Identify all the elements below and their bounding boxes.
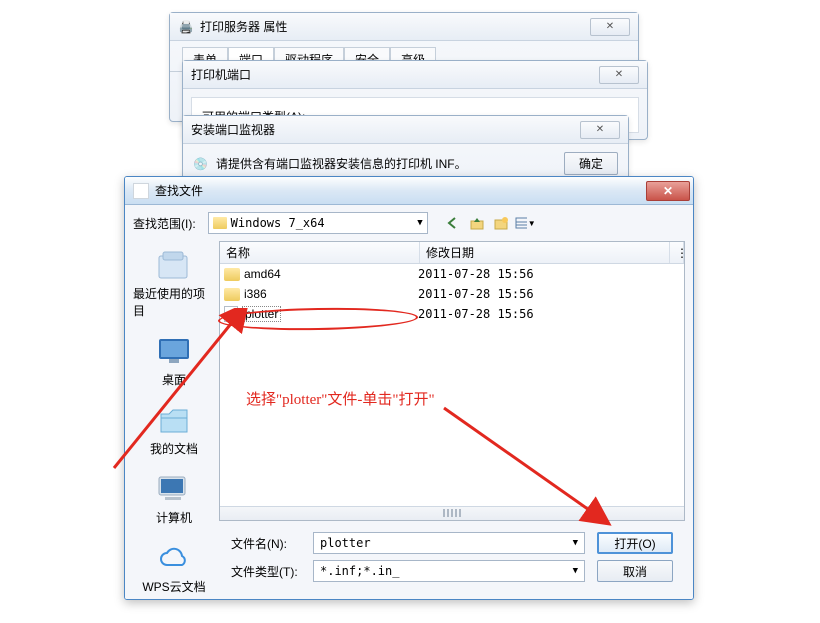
sidebar-wpscloud[interactable]: WPS云文档 (142, 540, 205, 595)
filename-combo[interactable]: plotter ▼ (313, 532, 585, 554)
bg3-text: 请提供含有端口监视器安装信息的打印机 INF。 (216, 155, 556, 172)
chevron-down-icon: ▼ (573, 566, 578, 576)
open-button[interactable]: 打开(O) (597, 532, 673, 554)
row-name: i386 (244, 287, 267, 301)
disc-icon: 💿 (193, 157, 208, 171)
views-icon (514, 216, 527, 230)
row-name: amd64 (244, 267, 281, 281)
fd-bottom: 文件名(N): plotter ▼ 打开(O) 文件类型(T): *.inf;*… (219, 521, 685, 599)
printer-icon: 🖨️ (178, 19, 194, 35)
new-folder-button[interactable] (490, 212, 512, 234)
chevron-down-icon: ▼ (528, 219, 536, 228)
fd-sidebar: 最近使用的项目 桌面 我的文档 (133, 241, 215, 599)
sidebar-recent[interactable]: 最近使用的项目 (133, 247, 215, 319)
folder-icon (224, 268, 240, 281)
bg2-titlebar: 打印机端口 ✕ (183, 61, 647, 89)
filetype-label: 文件类型(T): (231, 563, 301, 580)
back-button[interactable] (442, 212, 464, 234)
fd-titlebar: 查找文件 ✕ (125, 177, 693, 205)
sidebar-wpscloud-label: WPS云文档 (142, 578, 205, 595)
sidebar-recent-label: 最近使用的项目 (133, 285, 215, 319)
sidebar-mydocs[interactable]: 我的文档 (150, 402, 198, 457)
file-dialog-icon (133, 183, 149, 199)
bg1-titlebar: 🖨️ 打印服务器 属性 ✕ (170, 13, 638, 41)
row-name: plotter (242, 306, 281, 322)
bg1-close-button[interactable]: ✕ (590, 18, 630, 36)
cancel-button[interactable]: 取消 (597, 560, 673, 582)
desktop-icon (154, 333, 194, 369)
bg3-ok-button[interactable]: 确定 (564, 152, 618, 175)
file-icon (224, 306, 238, 322)
sidebar-computer-label: 计算机 (156, 509, 192, 526)
views-button[interactable]: ▼ (514, 212, 536, 234)
filename-value: plotter (320, 536, 371, 550)
list-row[interactable]: amd64 2011-07-28 15:56 (220, 264, 684, 284)
back-arrow-icon (445, 216, 461, 230)
recent-icon (154, 247, 194, 283)
filename-label: 文件名(N): (231, 535, 301, 552)
sidebar-computer[interactable]: 计算机 (154, 471, 194, 526)
row-date: 2011-07-28 15:56 (418, 307, 682, 321)
folder-icon (213, 217, 227, 229)
scope-label: 查找范围(I): (133, 215, 196, 232)
computer-icon (154, 471, 194, 507)
filetype-value: *.inf;*.in_ (320, 564, 399, 578)
chevron-down-icon: ▼ (573, 538, 578, 548)
col-name[interactable]: 名称 (220, 242, 420, 263)
bg3-close-button[interactable]: ✕ (580, 121, 620, 139)
filetype-combo[interactable]: *.inf;*.in_ ▼ (313, 560, 585, 582)
fd-close-button[interactable]: ✕ (646, 181, 690, 201)
list-header: 名称 修改日期 ⋮ (220, 242, 684, 264)
list-row[interactable]: i386 2011-07-28 15:56 (220, 284, 684, 304)
bg3-titlebar: 安装端口监视器 ✕ (183, 116, 628, 144)
list-scrollbar[interactable] (220, 506, 684, 520)
up-one-level-button[interactable] (466, 212, 488, 234)
cloud-icon (154, 540, 194, 576)
bg2-close-button[interactable]: ✕ (599, 66, 639, 84)
bg1-title: 打印服务器 属性 (200, 18, 287, 35)
row-date: 2011-07-28 15:56 (418, 267, 682, 281)
sidebar-mydocs-label: 我的文档 (150, 440, 198, 457)
list-body: amd64 2011-07-28 15:56 i386 2011-07-28 1… (220, 264, 684, 506)
fd-main: 最近使用的项目 桌面 我的文档 (125, 241, 693, 599)
bg2-title: 打印机端口 (191, 66, 251, 83)
bg3-title: 安装端口监视器 (191, 121, 275, 138)
mydocs-icon (154, 402, 194, 438)
row-date: 2011-07-28 15:56 (418, 287, 682, 301)
list-row-selected[interactable]: plotter 2011-07-28 15:56 (220, 304, 684, 324)
new-folder-icon (493, 216, 509, 230)
folder-icon (224, 288, 240, 301)
fd-title: 查找文件 (155, 182, 203, 199)
fd-toolbar: 查找范围(I): Windows 7_x64 ▼ ▼ (125, 205, 693, 241)
file-list: 名称 修改日期 ⋮ amd64 2011-07-28 15:56 i386 20… (219, 241, 685, 521)
chevron-down-icon: ▼ (417, 218, 422, 228)
scope-dropdown[interactable]: Windows 7_x64 ▼ (208, 212, 428, 234)
sidebar-desktop-label: 桌面 (162, 371, 186, 388)
col-extra[interactable]: ⋮ (670, 242, 684, 263)
up-folder-icon (469, 216, 485, 230)
col-date[interactable]: 修改日期 (420, 242, 670, 263)
scope-value: Windows 7_x64 (231, 216, 325, 230)
sidebar-desktop[interactable]: 桌面 (154, 333, 194, 388)
annotation-text: 选择"plotter"文件-单击"打开" (246, 388, 435, 409)
